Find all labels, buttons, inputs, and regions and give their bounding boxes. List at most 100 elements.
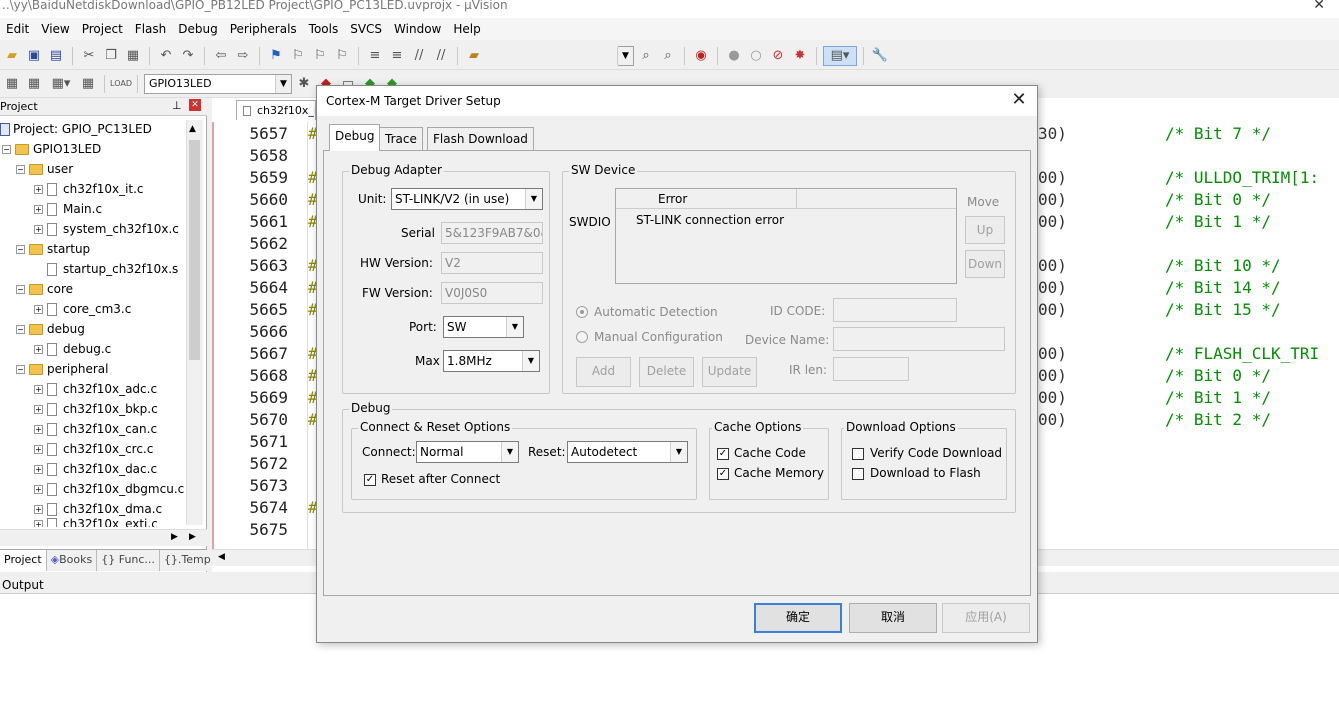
stop-build-icon[interactable]: ▦ <box>78 74 98 94</box>
indent-icon[interactable]: ≡ <box>365 46 385 66</box>
redo-icon[interactable]: ↷ <box>178 46 198 66</box>
editor-tab[interactable]: ch32f10x_it.c <box>236 100 316 120</box>
auto-detection-radio[interactable] <box>576 306 588 318</box>
sw-device-error-row[interactable]: ST-LINK connection error <box>636 213 784 227</box>
configure-icon[interactable]: 🔧 <box>870 46 890 66</box>
expand-icon[interactable]: + <box>34 205 43 214</box>
copy-icon[interactable]: ❐ <box>101 46 121 66</box>
tree-file[interactable]: + ch32f10x_dbgmcu.c <box>34 479 184 499</box>
menu-peripherals[interactable]: Peripherals <box>224 18 303 40</box>
expand-icon[interactable]: + <box>34 485 43 494</box>
bookmark-next-icon[interactable]: ⚐ <box>310 46 330 66</box>
apply-button[interactable]: 应用(A) <box>942 603 1030 633</box>
cancel-button[interactable]: 取消 <box>849 603 937 633</box>
tree-file[interactable]: + ch32f10x_adc.c <box>34 379 157 399</box>
collapse-icon[interactable]: − <box>16 165 25 174</box>
id-code-field[interactable] <box>833 298 957 322</box>
expand-icon[interactable]: + <box>34 185 43 194</box>
tree-file[interactable]: + system_ch32f10x.c <box>34 219 179 239</box>
project-vertical-scrollbar[interactable]: ▲ <box>186 120 203 525</box>
window-layout-icon[interactable]: ▤▾ <box>823 45 857 66</box>
tree-group-user[interactable]: − user <box>16 159 73 179</box>
menu-edit[interactable]: Edit <box>0 18 35 40</box>
tab-debug[interactable]: Debug <box>329 124 381 151</box>
breakpoint-disable-all-icon[interactable]: ⊘ <box>768 46 788 66</box>
tree-file[interactable]: + ch32f10x_exti.c <box>34 517 158 527</box>
tree-file[interactable]: + Main.c <box>34 199 102 219</box>
scroll-thumb[interactable] <box>189 140 200 360</box>
expand-icon[interactable]: + <box>34 405 43 414</box>
comment-icon[interactable]: // <box>409 46 429 66</box>
project-horizontal-scrollbar[interactable]: ▶ ▶ <box>0 529 207 546</box>
rebuild-icon[interactable]: ▦▾ <box>46 74 76 94</box>
nav-forward-icon[interactable]: ⇨ <box>233 46 253 66</box>
tree-group-core[interactable]: − core <box>16 279 73 299</box>
find-combo[interactable]: ▼ <box>617 45 634 66</box>
find-in-files-icon[interactable]: ▰ <box>464 46 484 66</box>
translate-icon[interactable]: ▦ <box>2 74 22 94</box>
collapse-icon[interactable]: − <box>16 285 25 294</box>
tab-functions[interactable]: {} Func... <box>97 550 160 571</box>
add-button[interactable]: Add <box>576 357 631 387</box>
download-to-flash-checkbox[interactable] <box>852 468 864 480</box>
ok-button[interactable]: 确定 <box>754 603 842 633</box>
debug-session-icon[interactable]: ◉ <box>691 46 711 66</box>
ir-len-field[interactable] <box>833 357 909 381</box>
breakpoint-enable-icon[interactable]: ○ <box>746 46 766 66</box>
expand-icon[interactable]: + <box>34 445 43 454</box>
update-button[interactable]: Update <box>702 357 757 387</box>
cache-code-checkbox[interactable]: ✓ <box>717 448 729 460</box>
uncomment-icon[interactable]: // <box>431 46 451 66</box>
menu-debug[interactable]: Debug <box>172 18 223 40</box>
reset-after-connect-checkbox[interactable]: ✓ <box>364 474 376 486</box>
target-options-icon[interactable]: ✱ <box>294 74 314 94</box>
menu-svcs[interactable]: SVCS <box>344 18 388 40</box>
bookmark-clear-icon[interactable]: ⚐ <box>332 46 352 66</box>
undo-icon[interactable]: ↶ <box>156 46 176 66</box>
scroll-right-icon[interactable]: ▶ <box>171 532 178 542</box>
tab-project[interactable]: Project <box>0 550 47 571</box>
expand-icon[interactable]: + <box>34 465 43 474</box>
breakpoint-kill-all-icon[interactable]: ✸ <box>790 46 810 66</box>
unit-select[interactable]: ST-LINK/V2 (in use) ▼ <box>391 188 543 210</box>
save-icon[interactable]: ▣ <box>24 46 44 66</box>
cut-icon[interactable]: ✂ <box>79 46 99 66</box>
move-up-button[interactable]: Up <box>965 216 1005 244</box>
dialog-close-icon[interactable]: ✕ <box>1009 90 1029 110</box>
expand-icon[interactable]: + <box>34 520 43 527</box>
expand-icon[interactable]: + <box>34 385 43 394</box>
tree-file[interactable]: + ch32f10x_dma.c <box>34 499 162 519</box>
device-name-field[interactable] <box>833 327 1005 351</box>
open-icon[interactable]: ▰ <box>2 46 22 66</box>
load-icon[interactable]: LOAD <box>110 74 132 94</box>
column-error[interactable]: Error <box>658 192 687 206</box>
menu-window[interactable]: Window <box>388 18 447 40</box>
nav-back-icon[interactable]: ⇦ <box>211 46 231 66</box>
paste-icon[interactable]: ▦ <box>123 46 143 66</box>
tree-file[interactable]: + ch32f10x_it.c <box>34 179 144 199</box>
tab-books[interactable]: ◈Books <box>47 550 98 571</box>
bookmark-prev-icon[interactable]: ⚐ <box>288 46 308 66</box>
tree-file[interactable]: startup_ch32f10x.s <box>47 259 178 279</box>
tree-target[interactable]: − GPIO13LED <box>2 139 101 159</box>
port-select[interactable]: SW ▼ <box>443 316 524 338</box>
manual-config-radio[interactable] <box>576 331 588 343</box>
expand-icon[interactable]: + <box>34 425 43 434</box>
tree-file[interactable]: + core_cm3.c <box>34 299 131 319</box>
target-select[interactable]: GPIO13LED ▼ <box>144 73 292 94</box>
find-icon[interactable]: ⌕ <box>636 46 656 66</box>
collapse-icon[interactable]: − <box>2 145 11 154</box>
connect-select[interactable]: Normal ▼ <box>416 441 519 463</box>
pane-close-icon[interactable]: ✕ <box>189 99 201 111</box>
pin-icon[interactable]: ⊥ <box>172 99 182 112</box>
window-close-icon[interactable]: ✕ <box>1313 0 1325 12</box>
delete-button[interactable]: Delete <box>639 357 694 387</box>
tree-file[interactable]: + ch32f10x_can.c <box>34 419 157 439</box>
tree-file[interactable]: + ch32f10x_bkp.c <box>34 399 158 419</box>
menu-help[interactable]: Help <box>447 18 486 40</box>
unindent-icon[interactable]: ≡ <box>387 46 407 66</box>
breakpoint-insert-icon[interactable]: ● <box>724 46 744 66</box>
tree-file[interactable]: + ch32f10x_dac.c <box>34 459 157 479</box>
scroll-right-end-icon[interactable]: ▶ <box>189 532 196 542</box>
tree-project-root[interactable]: Project: GPIO_PC13LED <box>0 119 152 139</box>
